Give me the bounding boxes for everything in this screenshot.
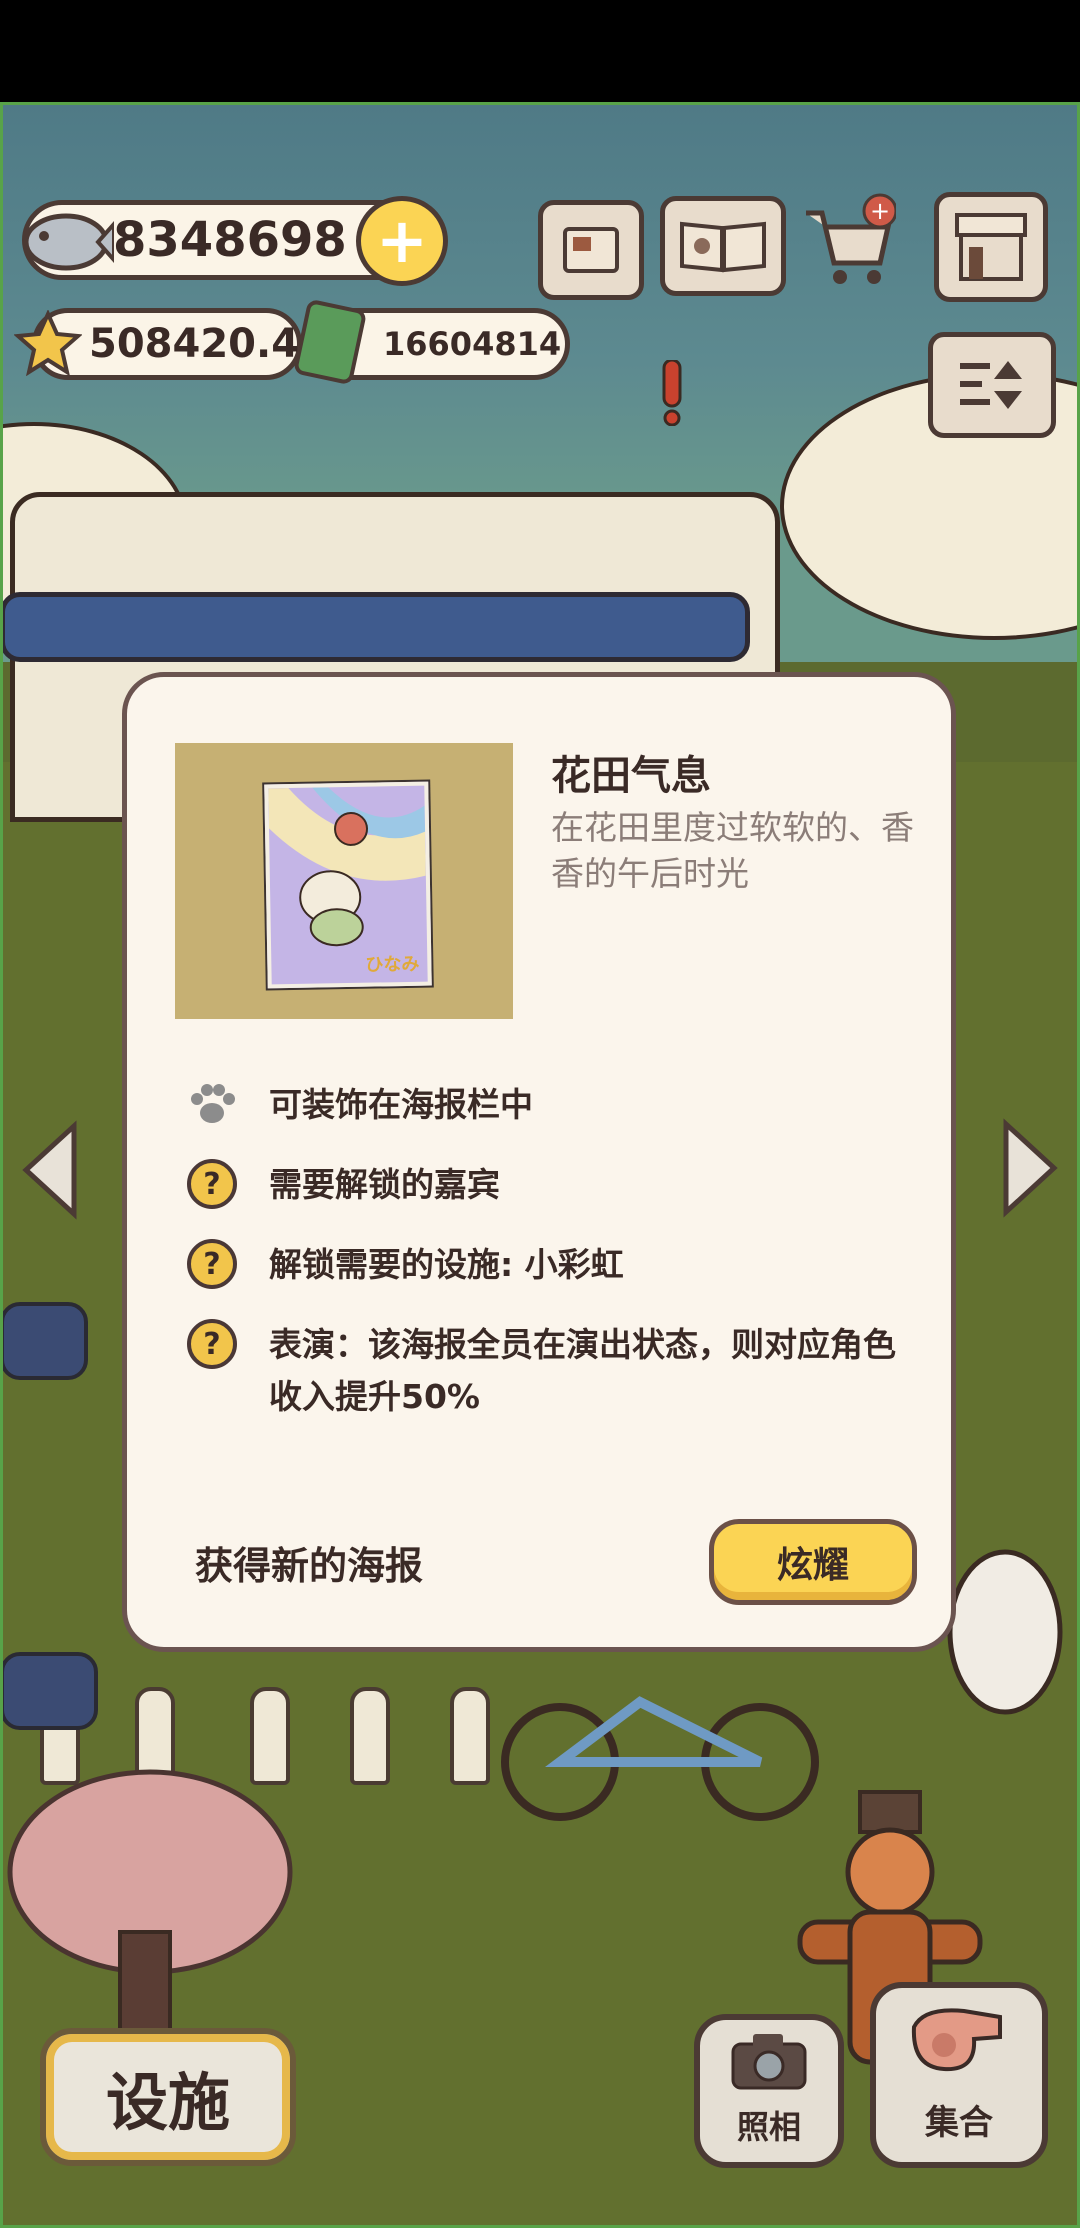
question-icon: ? — [187, 1159, 237, 1209]
feature-text: 表演：该海报全员在演出状态，则对应角色收入提升50% — [269, 1325, 896, 1416]
question-icon: ? — [187, 1239, 237, 1289]
sofa — [0, 1652, 98, 1730]
show-off-button[interactable]: 炫耀 — [709, 1519, 917, 1605]
feature-text: 解锁需要的设施: 小彩虹 — [269, 1245, 624, 1284]
plus-icon: + — [376, 204, 428, 277]
fish-count: 8348698 — [113, 212, 347, 268]
poster-dialog: ひなみ 花田气息 在花田里度过软软的、香香的午后时光 可装饰在海报栏中 ? 需要… — [122, 672, 956, 1652]
sort-toggle-icon[interactable] — [928, 332, 1056, 438]
cherry-tree — [0, 1762, 300, 2066]
star-count: 508420.4 — [89, 321, 300, 367]
feature-row: ? 需要解锁的嘉宾 — [187, 1159, 909, 1211]
new-poster-label: 获得新的海报 — [195, 1544, 424, 1588]
sofa — [0, 1302, 88, 1380]
newspaper-icon[interactable] — [538, 200, 644, 300]
svg-text:+: + — [870, 197, 890, 225]
gather-button[interactable]: 集合 — [870, 1982, 1048, 2168]
fence-post — [450, 1687, 490, 1785]
gather-label: 集合 — [925, 2103, 993, 2143]
feature-text: 需要解锁的嘉宾 — [269, 1165, 500, 1204]
star-icon — [13, 309, 83, 380]
ticket-count: 16604814 — [383, 325, 562, 363]
cat-character[interactable] — [940, 1522, 1070, 1726]
fish-icon — [18, 204, 116, 284]
feature-row: 可装饰在海报栏中 — [187, 1079, 909, 1131]
stage-roof — [0, 592, 750, 662]
paw-icon — [187, 1079, 237, 1129]
poster-title: 花田气息 — [551, 753, 711, 799]
status-bar — [0, 0, 1080, 102]
poster-logo-text: ひなみ — [365, 953, 420, 976]
paw-book-icon[interactable] — [660, 196, 786, 296]
whistle-icon — [904, 1997, 1014, 2081]
bicycle-icon — [490, 1662, 830, 1826]
feature-row: ? 表演：该海报全员在演出状态，则对应角色收入提升50% — [187, 1319, 909, 1423]
question-icon: ? — [187, 1319, 237, 1369]
ticket-icon — [292, 300, 368, 388]
feature-text: 可装饰在海报栏中 — [269, 1085, 533, 1124]
shop-cart-icon[interactable]: + — [800, 193, 896, 286]
camera-icon — [729, 2030, 809, 2094]
feature-row: ? 解锁需要的设施: 小彩虹 — [187, 1239, 909, 1291]
next-arrow-button[interactable] — [1000, 1118, 1060, 1218]
photo-button[interactable]: 照相 — [694, 2014, 844, 2168]
poster-description: 在花田里度过软软的、香香的午后时光 — [551, 808, 914, 893]
facility-label: 设施 — [105, 2066, 230, 2139]
add-fish-button[interactable]: + — [356, 196, 448, 286]
poster-image: ひなみ — [264, 781, 432, 989]
facility-button[interactable]: 设施 — [40, 2028, 296, 2166]
prev-arrow-button[interactable] — [20, 1120, 80, 1220]
photo-label: 照相 — [736, 2108, 801, 2146]
fence-post — [350, 1687, 390, 1785]
store-icon[interactable] — [934, 192, 1048, 302]
exclamation-icon[interactable] — [660, 358, 684, 427]
